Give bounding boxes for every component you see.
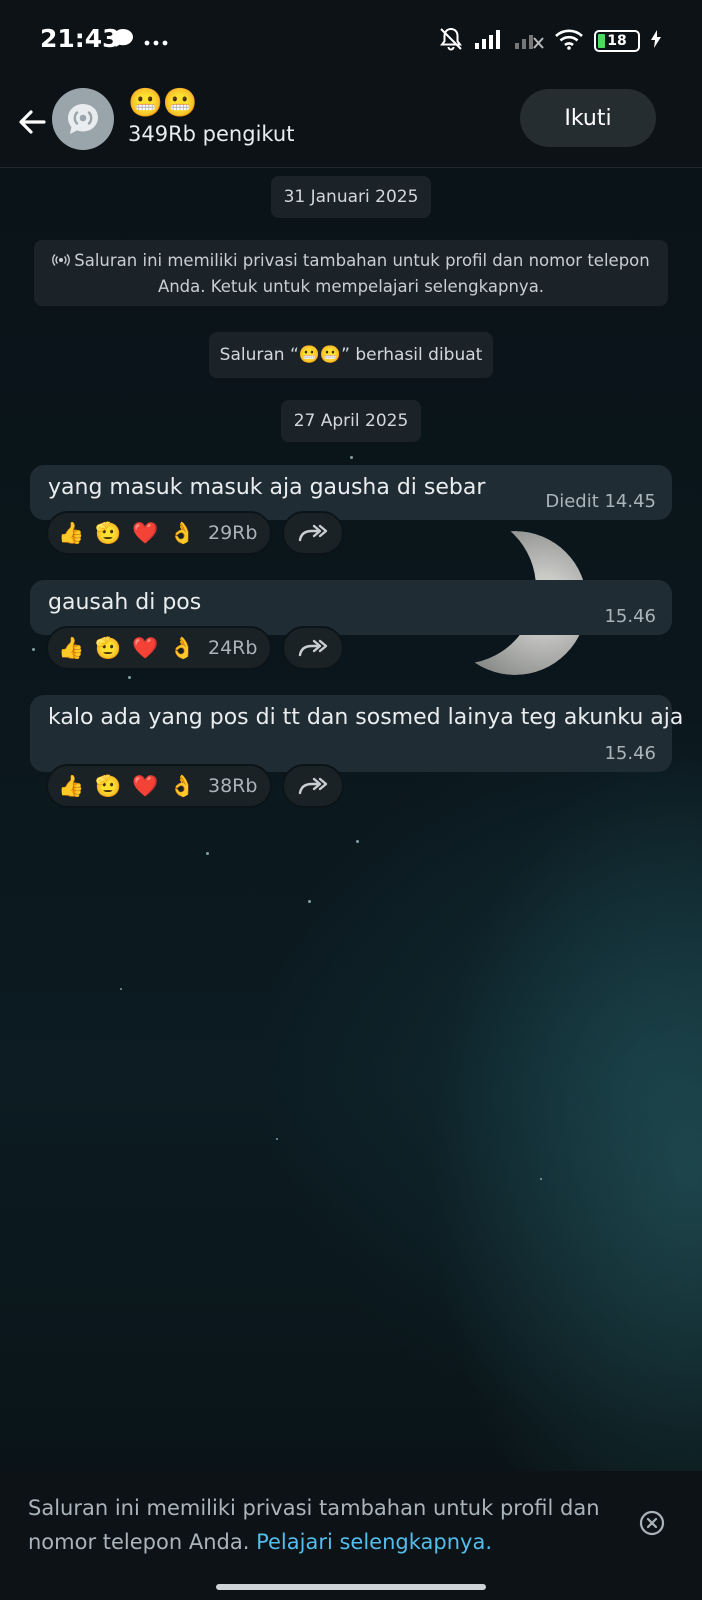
star-decoration <box>120 988 122 990</box>
channel-created-notice: Saluran “😬😬” berhasil dibuat <box>209 332 493 378</box>
reaction-count: 24Rb <box>208 637 258 659</box>
ok-hand-reaction: 👌 <box>169 635 196 660</box>
star-decoration <box>356 840 359 843</box>
message-text: kalo ada yang pos di tt dan sosmed lainy… <box>48 705 684 730</box>
follower-count: 349Rb pengikut <box>128 122 295 146</box>
star-decoration <box>128 676 131 679</box>
heart-reaction: ❤️ <box>132 635 159 660</box>
forward-button[interactable] <box>282 626 344 670</box>
saluting-face-reaction: 🫡 <box>95 635 122 660</box>
whatsapp-channel-screen: 21:43 18 😬😬 349Rb pengikut Ikuti 31 Janu… <box>0 0 702 1600</box>
learn-more-link[interactable]: Pelajari selengkapnya. <box>256 1530 492 1554</box>
reaction-count: 29Rb <box>208 522 258 544</box>
muted-bell-icon <box>438 26 464 56</box>
star-decoration <box>350 456 353 459</box>
channel-header: 😬😬 349Rb pengikut Ikuti <box>0 80 702 168</box>
privacy-banner-text: Saluran ini memiliki privasi tambahan un… <box>28 1491 618 1559</box>
message-time: 15.46 <box>604 606 656 627</box>
avatar[interactable] <box>52 88 114 150</box>
battery-icon: 18 <box>594 30 640 52</box>
ok-hand-reaction: 👌 <box>169 773 196 798</box>
back-button[interactable] <box>12 100 52 144</box>
thumbs-up-reaction: 👍 <box>58 773 85 798</box>
message-time: 15.46 <box>604 743 656 764</box>
message-time: Diedit 14.45 <box>545 491 656 512</box>
signal-icon <box>474 28 504 54</box>
back-arrow-icon <box>19 110 46 134</box>
reactions-bar[interactable]: 👍 🫡 ❤️ 👌 24Rb <box>46 626 272 670</box>
forward-icon <box>298 639 328 657</box>
more-dots-icon <box>144 31 168 50</box>
broadcast-icon <box>52 249 71 274</box>
message-bubble[interactable]: kalo ada yang pos di tt dan sosmed lainy… <box>30 695 683 772</box>
saluting-face-reaction: 🫡 <box>95 773 122 798</box>
chat-area[interactable]: 31 Januari 2025 Saluran ini memiliki pri… <box>0 168 702 1471</box>
star-decoration <box>276 1138 278 1140</box>
privacy-banner: Saluran ini memiliki privasi tambahan un… <box>0 1471 702 1600</box>
forward-button[interactable] <box>282 764 344 808</box>
forward-button[interactable] <box>282 511 344 555</box>
forward-icon <box>298 777 328 795</box>
star-decoration <box>540 1178 542 1180</box>
channel-title[interactable]: 😬😬 <box>128 86 198 119</box>
status-bar: 21:43 18 <box>0 0 702 80</box>
status-notification-icons <box>112 28 168 52</box>
privacy-notice[interactable]: Saluran ini memiliki privasi tambahan un… <box>34 240 668 306</box>
star-decoration <box>206 852 209 855</box>
heart-reaction: ❤️ <box>132 520 159 545</box>
reactions-bar[interactable]: 👍 🫡 ❤️ 👌 38Rb <box>46 764 272 808</box>
date-divider: 31 Januari 2025 <box>271 176 431 218</box>
status-system-icons: 18 <box>438 26 662 56</box>
thumbs-up-reaction: 👍 <box>58 520 85 545</box>
close-banner-button[interactable] <box>638 1509 666 1537</box>
channel-avatar-icon <box>68 104 98 134</box>
status-time: 21:43 <box>40 24 120 53</box>
ok-hand-reaction: 👌 <box>169 520 196 545</box>
forward-icon <box>298 524 328 542</box>
chat-bubble-icon <box>112 28 134 52</box>
reaction-count: 38Rb <box>208 775 258 797</box>
star-decoration <box>308 900 311 903</box>
thumbs-up-reaction: 👍 <box>58 635 85 660</box>
date-divider: 27 April 2025 <box>281 400 421 442</box>
saluting-face-reaction: 🫡 <box>95 520 122 545</box>
follow-button[interactable]: Ikuti <box>520 89 656 147</box>
signal-no-service-icon <box>514 28 544 54</box>
charging-icon <box>650 29 662 53</box>
home-indicator[interactable] <box>216 1584 486 1590</box>
star-decoration <box>32 648 35 651</box>
message-text: yang masuk masuk aja gausha di sebar <box>48 475 486 500</box>
message-text: gausah di pos <box>48 590 202 615</box>
privacy-notice-text: Saluran ini memiliki privasi tambahan un… <box>74 251 650 296</box>
close-circle-icon <box>639 1510 665 1536</box>
wifi-icon <box>554 28 584 54</box>
reactions-bar[interactable]: 👍 🫡 ❤️ 👌 29Rb <box>46 511 272 555</box>
battery-level: 18 <box>607 33 627 49</box>
heart-reaction: ❤️ <box>132 773 159 798</box>
